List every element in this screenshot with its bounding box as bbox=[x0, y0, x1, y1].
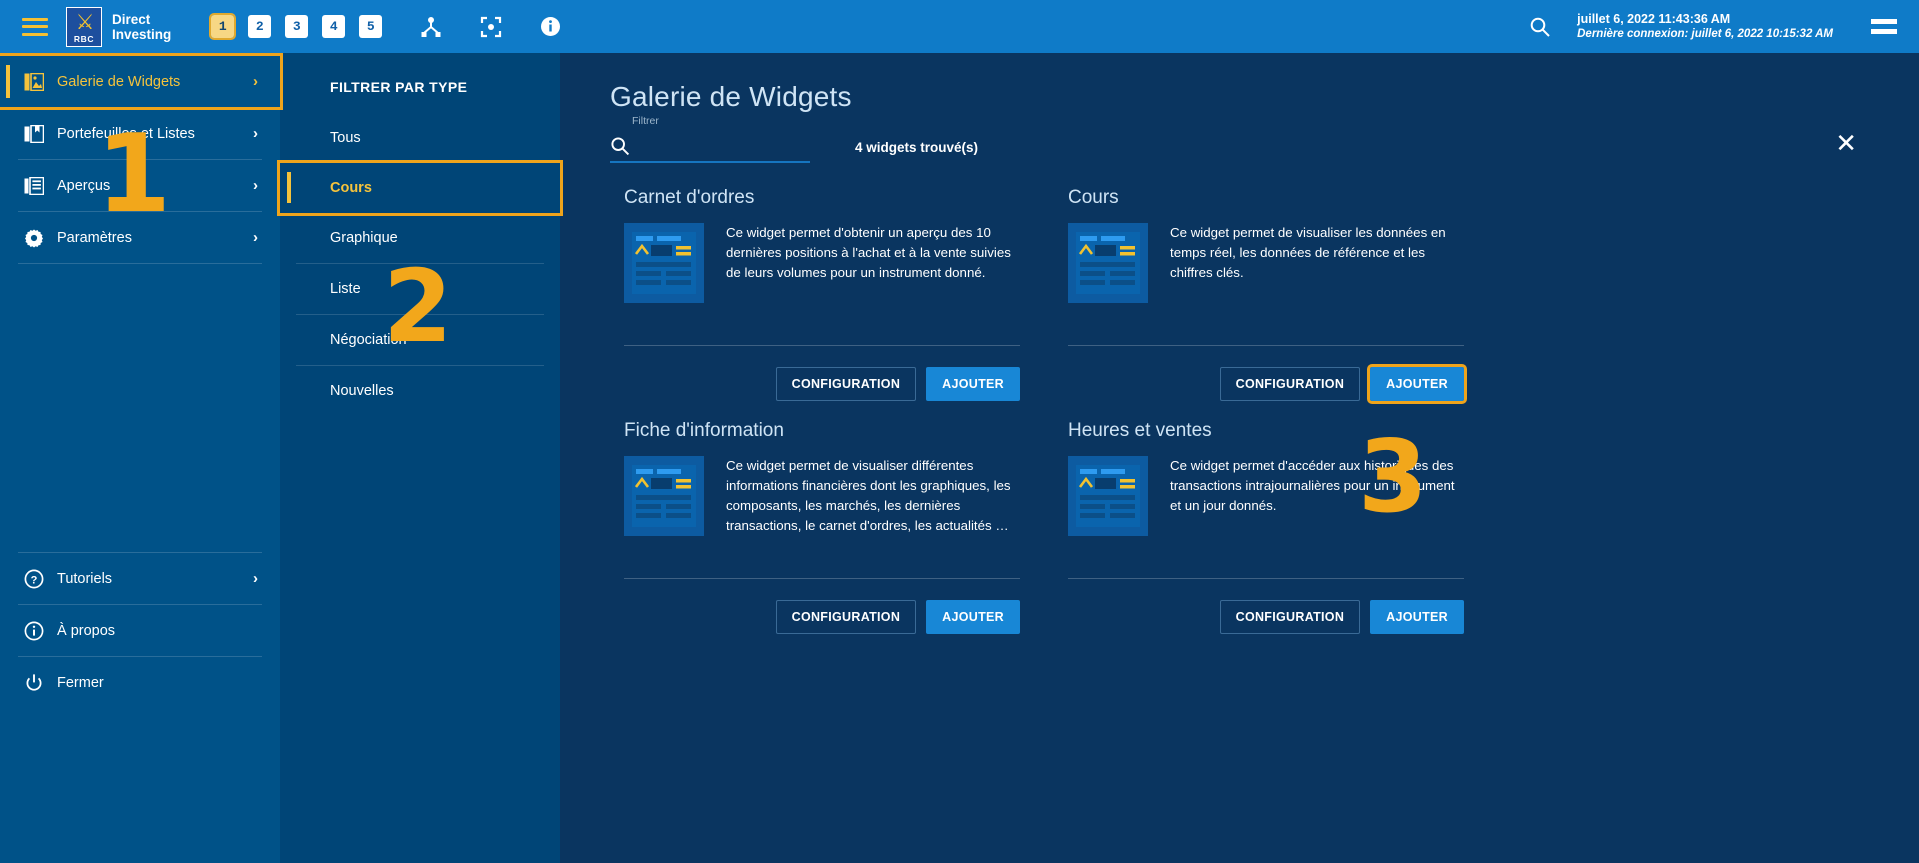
power-icon bbox=[22, 673, 46, 693]
svg-text:?: ? bbox=[31, 574, 38, 586]
top-bar: ⚔ RBC Direct Investing 1 2 3 4 5 juillet… bbox=[0, 0, 1919, 53]
search-icon[interactable] bbox=[1529, 16, 1551, 38]
gear-icon bbox=[22, 228, 46, 248]
info-circle-icon[interactable] bbox=[540, 16, 561, 37]
configuration-button[interactable]: CONFIGURATION bbox=[775, 600, 917, 634]
workspace-tab-3[interactable]: 3 bbox=[285, 15, 309, 38]
sidebar-item-label: Galerie de Widgets bbox=[57, 73, 181, 90]
sidebar-item-tutoriels[interactable]: ? Tutoriels › bbox=[0, 553, 280, 604]
add-button[interactable]: AJOUTER bbox=[1370, 600, 1464, 634]
widget-grid: Carnet d'ordres Ce widget permet d'obten… bbox=[560, 163, 1919, 641]
current-datetime: juillet 6, 2022 11:43:36 AM bbox=[1577, 11, 1731, 26]
overviews-icon bbox=[22, 176, 46, 195]
add-button[interactable]: AJOUTER bbox=[926, 600, 1020, 634]
widget-preview-icon bbox=[624, 223, 704, 303]
sidebar-item-label: Fermer bbox=[57, 674, 104, 691]
widget-title: Cours bbox=[1068, 187, 1119, 208]
chevron-right-icon: › bbox=[253, 177, 258, 194]
chevron-right-icon: › bbox=[253, 73, 258, 90]
configuration-button[interactable]: CONFIGURATION bbox=[1219, 600, 1361, 634]
widget-title: Fiche d'information bbox=[624, 420, 784, 441]
widget-description: Ce widget permet de visualiser différent… bbox=[726, 458, 1011, 533]
widget-title: Carnet d'ordres bbox=[624, 187, 755, 208]
sidebar-item-galerie-de-widgets[interactable]: Galerie de Widgets › bbox=[0, 53, 283, 110]
chevron-right-icon: › bbox=[253, 229, 258, 246]
main-content: Galerie de Widgets Filtrer 4 widgets tro… bbox=[560, 53, 1919, 863]
filter-panel-title: FILTRER PAR TYPE bbox=[330, 79, 468, 95]
rbc-shield-icon: ⚔ bbox=[75, 10, 95, 34]
info-circle-icon bbox=[22, 621, 46, 641]
rbc-logo: ⚔ RBC bbox=[66, 6, 102, 47]
brand-title: Direct Investing bbox=[112, 12, 171, 42]
sidebar-item-fermer[interactable]: Fermer bbox=[0, 657, 280, 708]
widget-card-fiche-d-information: Fiche d'information Ce widget permet de … bbox=[610, 408, 1034, 641]
filter-item-cours[interactable]: Cours bbox=[277, 160, 563, 216]
search-row: Filtrer 4 widgets trouvé(s) bbox=[560, 113, 1919, 163]
chevron-right-icon: › bbox=[253, 125, 258, 142]
workspace-tab-4[interactable]: 4 bbox=[322, 15, 346, 38]
widget-card-cours: Cours Ce widget permet de visualiser les… bbox=[1054, 175, 1478, 408]
sidebar-item-label: Tutoriels bbox=[57, 570, 113, 587]
close-icon[interactable]: ✕ bbox=[1835, 130, 1857, 156]
sidebar-item-a-propos[interactable]: À propos bbox=[0, 605, 280, 656]
annotation-label: 1 bbox=[96, 112, 172, 237]
search-icon bbox=[610, 136, 630, 156]
filter-item-nouvelles[interactable]: Nouvelles bbox=[280, 366, 560, 416]
hamburger-icon[interactable] bbox=[22, 17, 48, 36]
rbc-logo-word: RBC bbox=[73, 33, 95, 44]
filter-search-box: Filtrer bbox=[610, 115, 812, 163]
sidebar-bottom-group: ? Tutoriels › À propos Fermer bbox=[0, 552, 280, 708]
page-title: Galerie de Widgets bbox=[610, 81, 852, 112]
search-input[interactable] bbox=[636, 131, 812, 160]
configuration-button[interactable]: CONFIGURATION bbox=[1219, 367, 1361, 401]
add-button[interactable]: AJOUTER bbox=[1367, 364, 1467, 404]
divider bbox=[18, 263, 262, 264]
widget-preview-icon bbox=[1068, 456, 1148, 536]
widget-preview-icon bbox=[624, 456, 704, 536]
top-bar-right: juillet 6, 2022 11:43:36 AM Dernière con… bbox=[1491, 12, 1919, 42]
configuration-button[interactable]: CONFIGURATION bbox=[775, 367, 917, 401]
filter-item-tous[interactable]: Tous bbox=[280, 113, 560, 163]
chevron-right-icon: › bbox=[253, 570, 258, 587]
datetime-block: juillet 6, 2022 11:43:36 AM Dernière con… bbox=[1577, 12, 1833, 42]
filter-panel: FILTRER PAR TYPE Tous Cours Graphique Li… bbox=[277, 53, 563, 863]
annotation-step-2: 2 bbox=[383, 248, 453, 365]
workspace-tab-1[interactable]: 1 bbox=[209, 13, 237, 40]
annotation-label: 3 bbox=[1358, 418, 1428, 535]
sidebar-item-label: À propos bbox=[57, 622, 116, 639]
brand-line2: Investing bbox=[112, 26, 172, 42]
widget-description: Ce widget permet d'obtenir un aperçu des… bbox=[726, 225, 1011, 280]
workspace-tab-2[interactable]: 2 bbox=[248, 15, 272, 38]
annotation-label: 2 bbox=[383, 248, 453, 365]
workspace-tabs: 1 2 3 4 5 bbox=[209, 13, 383, 40]
workspace-link-icon[interactable] bbox=[420, 16, 442, 38]
workspace-tab-5[interactable]: 5 bbox=[359, 15, 383, 38]
gallery-image-icon bbox=[22, 72, 46, 91]
last-connection: Dernière connexion: juillet 6, 2022 10:1… bbox=[1577, 27, 1833, 40]
annotation-step-3: 3 bbox=[1358, 418, 1428, 535]
add-button[interactable]: AJOUTER bbox=[926, 367, 1020, 401]
widget-description: Ce widget permet de visualiser les donné… bbox=[1170, 225, 1446, 280]
widget-preview-icon bbox=[1068, 223, 1148, 303]
search-input-label: Filtrer bbox=[632, 115, 659, 127]
widget-card-carnet-d-ordres: Carnet d'ordres Ce widget permet d'obten… bbox=[610, 175, 1034, 408]
focus-frame-icon[interactable] bbox=[480, 16, 502, 38]
portfolios-icon bbox=[22, 124, 46, 143]
question-circle-icon: ? bbox=[22, 569, 46, 589]
brand-line1: Direct bbox=[112, 11, 151, 27]
result-count: 4 widgets trouvé(s) bbox=[855, 140, 979, 155]
annotation-step-1: 1 bbox=[96, 112, 171, 237]
equals-menu-icon[interactable] bbox=[1871, 19, 1897, 34]
